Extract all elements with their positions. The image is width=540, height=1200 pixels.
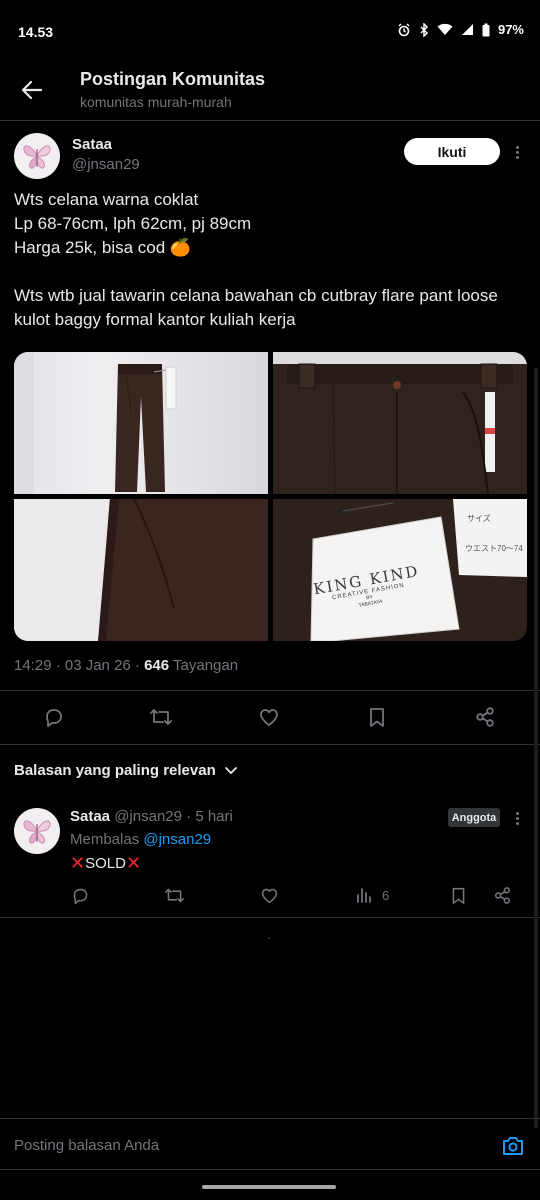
post-body: Wts celana warna coklat Lp 68-76cm, lph …	[14, 188, 526, 332]
media-photo-3[interactable]	[14, 499, 268, 641]
reply-body: ✕ SOLD ✕	[70, 854, 141, 872]
battery-percent: 97%	[497, 22, 524, 37]
post-text-paragraph-1: Wts celana warna coklat Lp 68-76cm, lph …	[14, 190, 252, 257]
post-media-grid: KING KIND CREATIVE FASHION BY TABATAYA サ…	[14, 352, 527, 641]
reply-repost-button[interactable]	[164, 884, 185, 906]
red-x-icon: ✕	[125, 853, 142, 873]
like-icon	[260, 709, 278, 726]
bookmark-icon	[370, 708, 384, 727]
media-photo-2[interactable]	[273, 352, 527, 494]
post-action-bar	[0, 690, 540, 744]
reply-separator: ·	[181, 808, 196, 825]
bookmark-icon	[452, 887, 465, 904]
analytics-icon	[357, 888, 371, 903]
chevron-down-icon	[224, 766, 237, 774]
reply-like-button[interactable]	[260, 884, 279, 906]
community-name[interactable]: komunitas murah-murah	[80, 94, 232, 110]
replying-to-handle[interactable]: @jnsan29	[143, 831, 211, 848]
reply-icon	[73, 888, 88, 904]
reply-text: SOLD	[85, 854, 126, 872]
post-meta: 14:29 · 03 Jan 26 · 646 Tayangan	[14, 657, 238, 674]
reply-button[interactable]	[42, 705, 66, 729]
tag-size: サイズ	[467, 514, 491, 523]
repost-icon	[165, 888, 184, 902]
reply-reply-button[interactable]	[71, 884, 90, 906]
post-views-count: 646	[144, 657, 170, 674]
repost-button[interactable]	[149, 705, 173, 729]
like-icon	[261, 888, 278, 903]
reply-views-count: 6	[382, 887, 390, 903]
camera-icon	[503, 1137, 523, 1155]
reply-icon	[46, 709, 62, 727]
follow-button[interactable]: Ikuti	[404, 138, 500, 165]
reply-avatar[interactable]	[14, 808, 60, 854]
butterfly-icon	[23, 145, 51, 169]
scrollbar[interactable]	[534, 368, 538, 1128]
author-name[interactable]: Sataa	[72, 136, 112, 153]
replying-prefix: Membalas	[70, 831, 144, 848]
media-photo-1[interactable]	[14, 352, 268, 494]
repost-icon	[150, 709, 172, 725]
camera-button[interactable]	[500, 1133, 526, 1159]
bookmark-button[interactable]	[365, 705, 389, 729]
share-button[interactable]	[473, 705, 497, 729]
back-button[interactable]	[16, 74, 48, 106]
arrow-left-icon	[21, 80, 43, 100]
status-time: 14.53	[18, 24, 54, 40]
home-indicator[interactable]	[202, 1185, 336, 1189]
bluetooth-icon	[419, 22, 429, 37]
reply-sort-dropdown[interactable]: Balasan yang paling relevan	[14, 762, 238, 779]
pants-full-photo	[14, 352, 177, 494]
reply-input[interactable]: Posting balasan Anda	[14, 1137, 159, 1154]
reply-views-button[interactable]: 6	[356, 884, 389, 906]
page-title: Postingan Komunitas	[80, 69, 266, 89]
wifi-icon	[437, 23, 453, 36]
reply-author-name[interactable]: Sataa	[70, 808, 110, 825]
post-text-paragraph-2: Wts wtb jual tawarin celana bawahan cb c…	[14, 286, 498, 329]
reply-compose-bar: Posting balasan Anda	[0, 1118, 540, 1170]
reply-share-button[interactable]	[493, 884, 512, 906]
like-button[interactable]	[257, 705, 281, 729]
butterfly-icon	[23, 820, 51, 844]
pants-waist-photo	[273, 352, 527, 494]
reply-age: 5 hari	[195, 808, 233, 825]
share-icon	[476, 707, 494, 727]
page-header: Postingan Komunitas komunitas murah-mura…	[0, 64, 540, 120]
battery-icon	[482, 23, 490, 37]
post-more-button[interactable]	[511, 142, 523, 162]
author-avatar[interactable]	[14, 133, 60, 179]
reply-sort-label: Balasan yang paling relevan	[14, 762, 216, 779]
reply-more-button[interactable]	[511, 808, 523, 828]
pants-pocket-photo	[14, 499, 268, 641]
signal-icon	[461, 23, 474, 36]
actions-divider	[0, 744, 540, 745]
status-bar: 14.53 97%	[0, 0, 540, 64]
member-badge: Anggota	[448, 808, 500, 827]
loading-dot	[268, 937, 270, 939]
tag-waist: ウエスト70〜74	[465, 544, 523, 553]
replying-to: Membalas @jnsan29	[70, 831, 211, 848]
header-divider	[0, 120, 540, 121]
share-icon	[494, 886, 511, 904]
reply-author-handle[interactable]: @jnsan29	[114, 808, 182, 825]
red-x-icon: ✕	[70, 853, 86, 873]
alarm-icon	[397, 23, 411, 37]
author-handle[interactable]: @jnsan29	[72, 156, 140, 173]
reply-divider	[0, 917, 540, 918]
reply-header: Sataa @jnsan29 · 5 hari	[70, 808, 233, 825]
reply-bookmark-button[interactable]	[450, 884, 467, 906]
media-photo-4[interactable]: KING KIND CREATIVE FASHION BY TABATAYA サ…	[273, 499, 527, 641]
status-icons: 97%	[397, 22, 524, 37]
post-views-label: Tayangan	[169, 657, 239, 674]
post-timestamp: 14:29 · 03 Jan 26 ·	[14, 657, 145, 674]
